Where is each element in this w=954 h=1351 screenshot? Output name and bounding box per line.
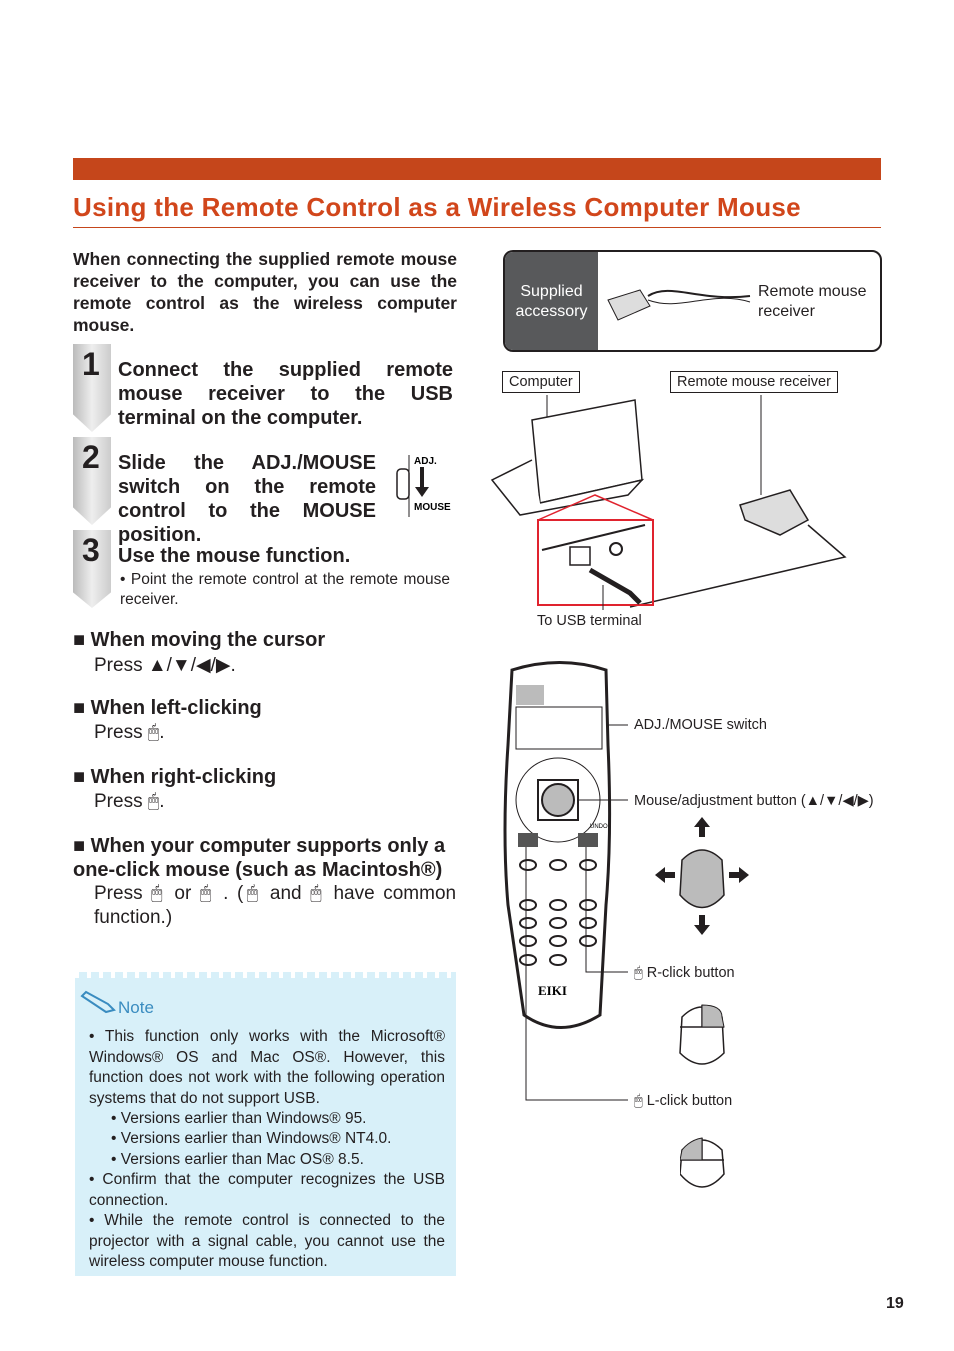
adj-mouse-switch-label: ADJ./MOUSE switch [634,717,767,733]
section-text: Press [94,791,143,812]
punct: . [159,791,165,812]
r-click-icon: 🖱 [634,965,643,981]
section-text: Press 🖱 or 🖱 . (🖱 and 🖱 have common func… [94,883,457,928]
dotted-border [75,972,456,978]
r-click-icon: 🖱 [199,883,215,904]
note-title: Note [118,998,154,1017]
section-heading: ■ When your computer supports only a one… [73,835,446,881]
intro-text: When connecting the supplied remote mous… [73,249,457,335]
step-text: Use the mouse function. [118,545,351,567]
accessory-box: Supplied accessory Remote mouse receiver [503,250,882,352]
mouse-button-label: Mouse/adjustment button (▲/▼/◀/▶) [634,793,874,809]
l-click-icon: 🖱 [243,883,262,904]
note-item: • Versions earlier than Windows® NT4.0. [111,1130,392,1147]
step-1: 1 Connect the supplied remote mouse rece… [73,344,463,434]
punct: . [159,722,165,743]
step-subtext: • Point the remote control at the remote… [120,571,450,608]
accessory-label: Supplied accessory [505,252,598,350]
switch-mouse-label: MOUSE [414,502,451,513]
note-box: Note • This function only works with the… [75,972,456,1276]
brand-logo: EIKI [538,983,567,998]
step-number: 2 [82,439,100,475]
adj-mouse-switch-icon: ADJ. MOUSE [396,455,451,517]
section-text: Press [94,722,143,743]
note-item: • Confirm that the computer recognizes t… [89,1171,445,1209]
l-click-icon: 🖱 [147,722,160,743]
accessory-item: Remote mouse receiver [758,283,867,320]
title-rule [73,227,881,228]
step-text: Connect the supplied remote mouse receiv… [118,359,453,429]
step-number: 1 [82,346,100,382]
receiver-label: Remote mouse receiver [670,371,838,393]
page-title: Using the Remote Control as a Wireless C… [73,192,801,222]
note-pencil-icon [80,990,116,1014]
section-heading: ■ When right-clicking [73,766,277,788]
step-3: 3 Use the mouse function. • Point the re… [73,530,463,610]
r-click-icon: 🖱 [310,883,325,904]
section-heading: ■ When left-clicking [73,697,262,719]
manual-page: Using the Remote Control as a Wireless C… [0,0,954,1351]
note-item: • This function only works with the Micr… [89,1028,445,1107]
note-item: • While the remote control is connected … [89,1212,445,1270]
receiver-image [607,289,751,321]
section-text: Press ▲/▼/◀/▶. [94,655,236,676]
l-click-icon: 🖱 [634,1093,643,1109]
undo-label: UNDO [590,824,608,830]
note-item: • Versions earlier than Windows® 95. [111,1110,367,1127]
computer-label: Computer [502,371,580,393]
connection-diagram [490,395,847,610]
l-click-icon: 🖱 [151,883,166,904]
l-click-label: 🖱 L-click button [634,1093,733,1109]
section-heading: ■ When moving the cursor [73,629,326,651]
r-click-icon: 🖱 [147,791,160,812]
step-2: 2 Slide the ADJ./MOUSE switch on the rem… [73,437,463,546]
usb-terminal-label: To USB terminal [537,613,642,629]
mouse-left-click-image [680,1137,725,1188]
header-bar [73,158,881,180]
note-item: • Versions earlier than Mac OS® 8.5. [111,1151,364,1168]
r-click-label: 🖱 R-click button [634,965,735,981]
page-number: 19 [886,1295,904,1312]
step-number: 3 [82,532,100,568]
switch-adj-label: ADJ. [414,456,437,467]
